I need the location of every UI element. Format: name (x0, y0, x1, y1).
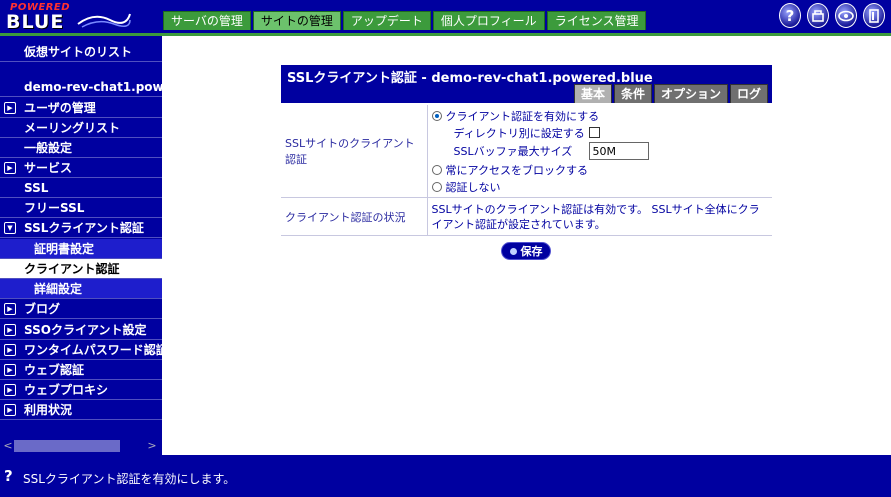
status-bar: ? SSLクライアント認証を有効にします。 (0, 455, 891, 497)
expand-arrow-icon: ▶ (4, 384, 16, 396)
expand-arrow-icon: ▶ (4, 303, 16, 315)
expand-arrow-icon: ▶ (4, 344, 16, 356)
tab-site-management[interactable]: サイトの管理 (252, 11, 341, 30)
expand-arrow-icon: ▶ (4, 324, 16, 336)
button-dot-icon (509, 247, 517, 255)
help-question-icon: ? (4, 467, 13, 485)
logo-blue-text: BLUE (6, 11, 65, 33)
per-directory-checkbox[interactable] (588, 127, 600, 138)
subtab-basic[interactable]: 基本 (573, 84, 612, 103)
sidebar-item-usage[interactable]: ▶ 利用状況 (0, 400, 162, 420)
tab-update[interactable]: アップデート (342, 11, 431, 30)
sidebar-item-otp-auth[interactable]: ▶ ワンタイムパスワード認証 (0, 340, 162, 360)
expand-arrow-icon: ▶ (4, 102, 16, 114)
sidebar-item-sso-client[interactable]: ▶ SSOクライアント設定 (0, 320, 162, 340)
radio-button-selected[interactable] (431, 110, 442, 121)
main-content: SSLクライアント認証 - demo-rev-chat1.powered.blu… (162, 36, 891, 455)
sidebar-item-web-auth[interactable]: ▶ ウェブ認証 (0, 360, 162, 380)
eye-icon[interactable] (835, 3, 857, 28)
settings-table: SSLサイトのクライアント認証 クライアント認証を有効にする ディレクトリ別に設… (281, 105, 772, 236)
radio-button[interactable] (431, 181, 442, 192)
sidebar-item-free-ssl[interactable]: フリーSSL (0, 198, 162, 218)
main-tabs: サーバの管理 サイトの管理 アップデート 個人プロフィール ライセンス管理 (163, 11, 648, 31)
scrollbar-thumb[interactable] (14, 440, 120, 452)
sidebar-item-ssl[interactable]: SSL (0, 178, 162, 198)
sidebar-horizontal-scrollbar[interactable]: < > (0, 437, 162, 455)
scroll-right-icon[interactable]: > (146, 439, 158, 453)
status-message: SSLクライアント認証を有効にします。 (23, 472, 236, 486)
row-value-auth-status: SSLサイトのクライアント認証は有効です。 SSLサイト全体にクライアント認証が… (427, 197, 772, 236)
tab-license-management[interactable]: ライセンス管理 (546, 11, 647, 30)
sidebar-item-ssl-client-auth[interactable]: ▼ SSLクライアント認証 (0, 218, 162, 238)
table-row: SSLサイトのクライアント認証 クライアント認証を有効にする ディレクトリ別に設… (281, 105, 772, 198)
top-icons: ? (779, 3, 885, 28)
buffer-size-option: SSLバッファ最大サイズ (432, 141, 769, 161)
sidebar: 仮想サイトのリスト demo-rev-chat1.powered.blue ▶ … (0, 36, 162, 455)
radio-button[interactable] (431, 164, 442, 175)
expand-arrow-icon: ▶ (4, 364, 16, 376)
expand-arrow-icon: ▶ (4, 162, 16, 174)
sidebar-item-certificate-settings[interactable]: 証明書設定 (0, 239, 162, 259)
tab-personal-profile[interactable]: 個人プロフィール (432, 11, 545, 30)
row-value-client-auth: クライアント認証を有効にする ディレクトリ別に設定する SSLバッファ最大サイズ… (427, 105, 772, 198)
logout-icon[interactable] (863, 3, 885, 28)
help-icon[interactable]: ? (779, 3, 801, 28)
sidebar-item-services[interactable]: ▶ サービス (0, 158, 162, 178)
panel-header: SSLクライアント認証 - demo-rev-chat1.powered.blu… (281, 65, 772, 103)
subtab-log[interactable]: ログ (729, 84, 768, 103)
expand-arrow-icon: ▶ (4, 404, 16, 416)
scroll-left-icon[interactable]: < (2, 439, 14, 453)
save-button[interactable]: 保存 (501, 242, 551, 260)
radio-always-block[interactable]: 常にアクセスをブロックする (431, 161, 769, 178)
radio-no-auth[interactable]: 認証しない (431, 178, 769, 195)
logo-swoosh-icon (77, 13, 131, 28)
sidebar-item-user-management[interactable]: ▶ ユーザの管理 (0, 98, 162, 118)
server-icon[interactable] (807, 3, 829, 28)
sidebar-item-client-auth[interactable]: クライアント認証 (0, 259, 162, 279)
sidebar-item-blog[interactable]: ▶ ブログ (0, 299, 162, 319)
row-label-client-auth: SSLサイトのクライアント認証 (281, 105, 428, 198)
panel-subtabs: 基本 条件 オプション ログ (572, 84, 768, 103)
sidebar-item-mailing-list[interactable]: メーリングリスト (0, 118, 162, 138)
row-label-auth-status: クライアント認証の状況 (281, 197, 428, 236)
per-directory-option: ディレクトリ別に設定する (432, 124, 769, 141)
subtab-options[interactable]: オプション (653, 84, 728, 103)
sidebar-virtual-site-list[interactable]: 仮想サイトのリスト (0, 42, 162, 62)
radio-enable-client-auth[interactable]: クライアント認証を有効にする (431, 107, 769, 124)
table-row: クライアント認証の状況 SSLサイトのクライアント認証は有効です。 SSLサイト… (281, 197, 772, 236)
sidebar-site-name: demo-rev-chat1.powered.blue (0, 77, 162, 97)
subtab-conditions[interactable]: 条件 (613, 84, 652, 103)
top-bar: POWERED BLUE サーバの管理 サイトの管理 アップデート 個人プロフィ… (0, 0, 891, 33)
sidebar-item-general-settings[interactable]: 一般設定 (0, 138, 162, 158)
collapse-arrow-icon: ▼ (4, 222, 16, 234)
sidebar-item-advanced-settings[interactable]: 詳細設定 (0, 279, 162, 299)
tab-server-management[interactable]: サーバの管理 (163, 11, 251, 30)
buffer-size-input[interactable] (588, 142, 649, 160)
sidebar-item-web-proxy[interactable]: ▶ ウェブプロキシ (0, 380, 162, 400)
powered-blue-logo: POWERED BLUE (4, 2, 154, 33)
